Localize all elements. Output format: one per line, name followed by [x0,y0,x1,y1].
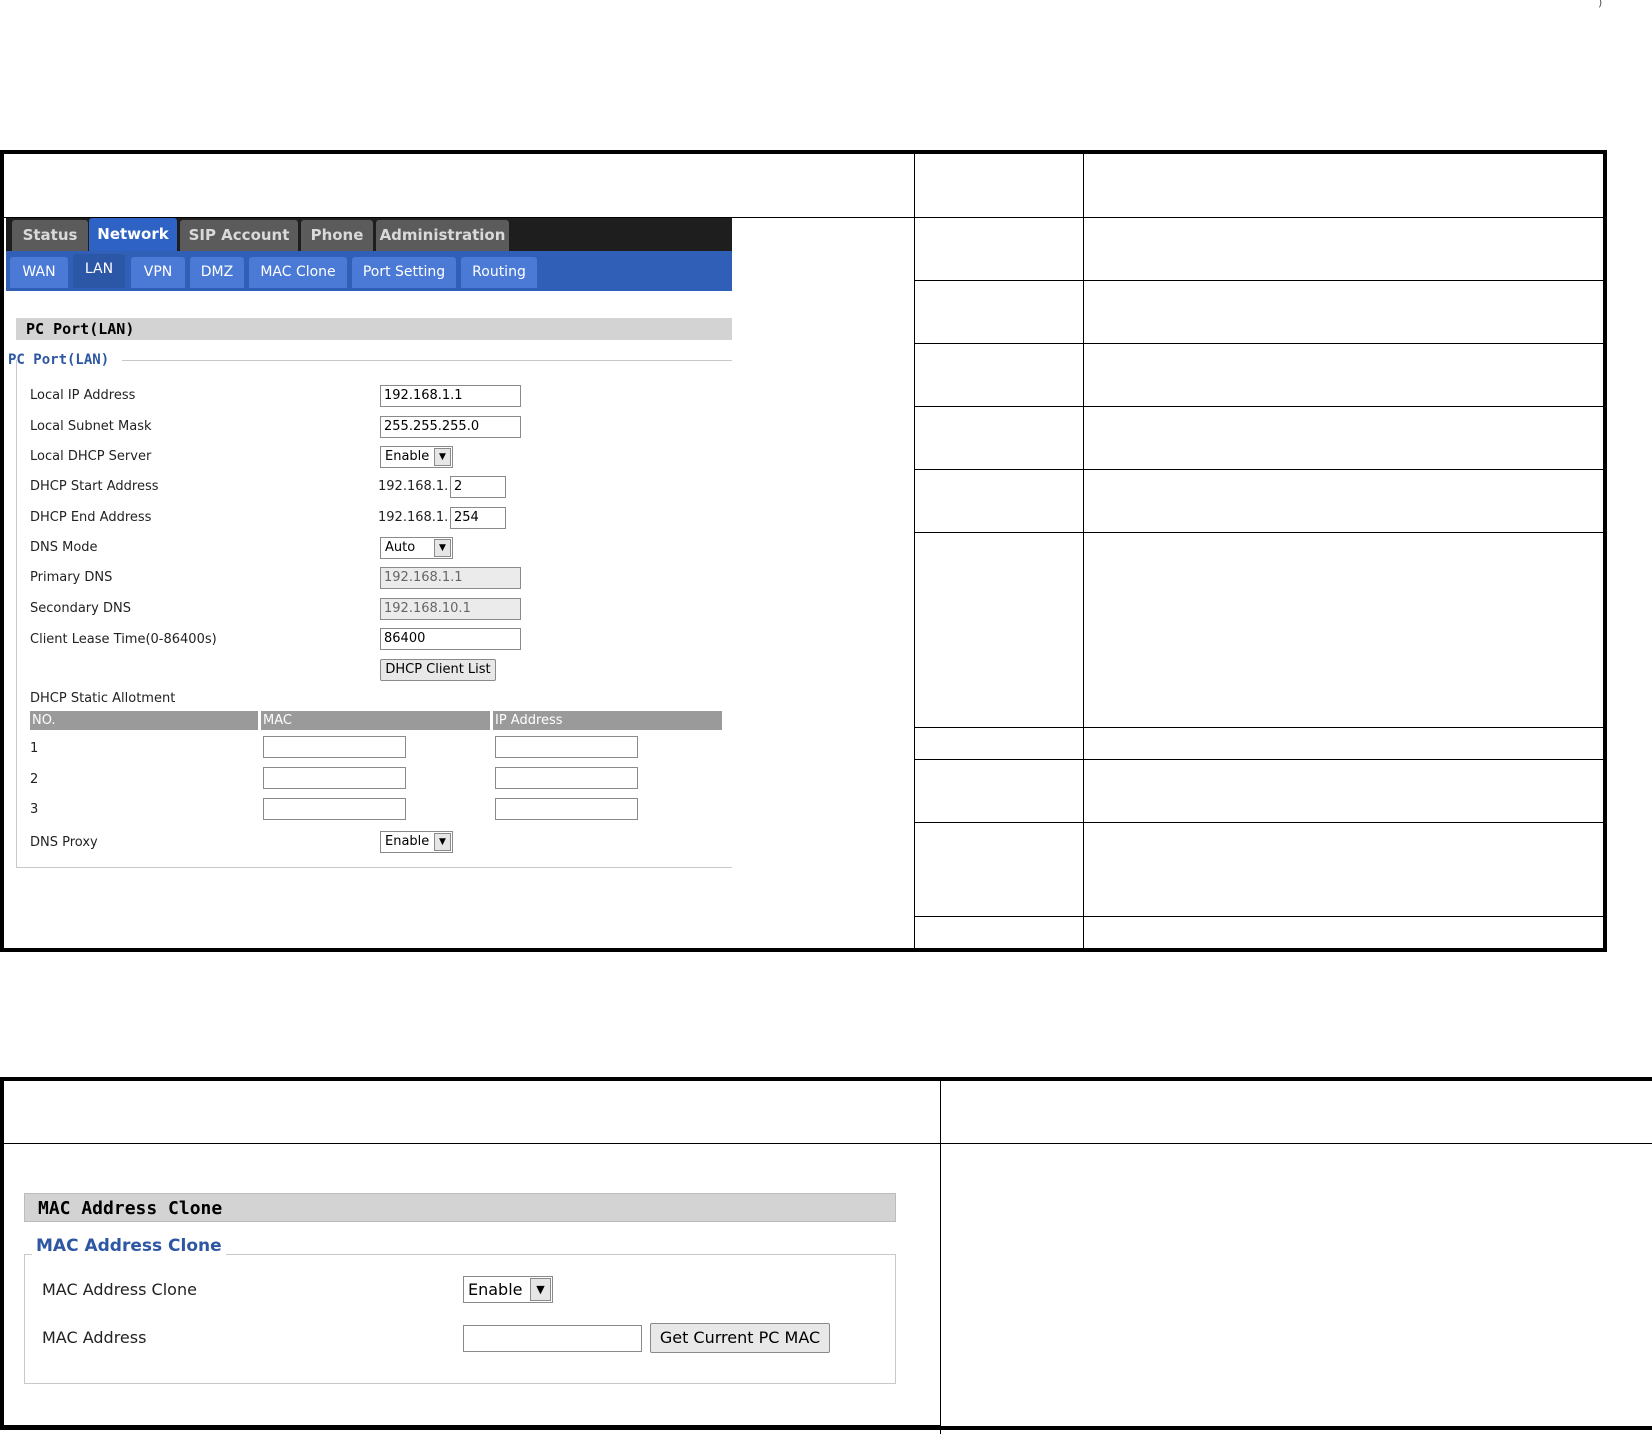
tab-status[interactable]: Status [12,220,88,251]
lease-time-input[interactable]: 86400 [380,628,521,650]
row-divider [914,469,1603,470]
dhcp-start-input[interactable]: 2 [450,476,506,498]
row-divider [914,343,1603,344]
dhcp-server-label: Local DHCP Server [30,449,152,464]
mac-clone-legend: MAC Address Clone [32,1236,226,1256]
dns-mode-value: Auto [385,540,416,555]
row-divider [914,406,1603,407]
chevron-down-icon[interactable]: ▼ [434,448,451,466]
section-header: PC Port(LAN) [16,318,732,340]
static-ip-input-2[interactable] [495,767,638,789]
subnet-mask-input[interactable]: 255.255.255.0 [380,416,521,438]
tab-network[interactable]: Network [89,218,177,251]
dhcp-end-prefix: 192.168.1. [378,510,449,525]
mac-address-input[interactable] [463,1325,642,1352]
subtab-routing[interactable]: Routing [461,257,537,288]
static-mac-input-3[interactable] [263,798,406,820]
static-mac-input-2[interactable] [263,767,406,789]
lease-time-label: Client Lease Time(0-86400s) [30,632,217,647]
column-header-ip: IP Address [493,711,722,730]
secondary-dns-label: Secondary DNS [30,601,131,616]
dhcp-end-input[interactable]: 254 [450,507,506,529]
mac-clone-label: MAC Address Clone [42,1280,197,1299]
page-marker: ) [1598,0,1603,9]
dhcp-start-label: DHCP Start Address [30,479,159,494]
subtab-lan[interactable]: LAN [73,254,125,288]
tab-administration[interactable]: Administration [376,220,509,251]
column-header-no: NO. [30,711,258,730]
mac-clone-section-header: MAC Address Clone [24,1193,896,1222]
dhcp-server-value: Enable [385,449,430,464]
dns-proxy-select[interactable]: Enable ▼ [380,831,453,853]
dns-mode-label: DNS Mode [30,540,98,555]
row-divider [914,822,1603,823]
bottom-border [4,1425,940,1428]
chevron-down-icon[interactable]: ▼ [530,1278,551,1301]
dhcp-start-prefix: 192.168.1. [378,479,449,494]
subtab-port-setting[interactable]: Port Setting [352,257,456,288]
row-divider [914,532,1603,533]
table-row-number: 2 [30,772,39,787]
tab-sip-account[interactable]: SIP Account [180,220,298,251]
static-allotment-label: DHCP Static Allotment [30,691,176,706]
column-divider [940,1081,941,1434]
sub-navigation: WAN LAN VPN DMZ MAC Clone Port Setting R… [6,251,732,291]
column-divider [1083,154,1084,948]
static-ip-input-3[interactable] [495,798,638,820]
chevron-down-icon[interactable]: ▼ [434,833,451,851]
subtab-mac-clone[interactable]: MAC Clone [249,257,347,288]
bottom-border [940,1426,1652,1427]
static-mac-input-1[interactable] [263,736,406,758]
fieldset-border [16,867,732,868]
fieldset-legend: PC Port(LAN) [8,352,110,368]
mac-address-label: MAC Address [42,1328,147,1347]
row-divider [914,727,1603,728]
tab-phone[interactable]: Phone [301,220,373,251]
mac-clone-select[interactable]: Enable ▼ [463,1276,553,1303]
mac-clone-value: Enable [468,1280,523,1299]
fieldset-border [16,360,17,868]
dhcp-client-list-button[interactable]: DHCP Client List [380,659,496,681]
primary-dns-label: Primary DNS [30,570,113,585]
header-divider [4,1143,1652,1144]
row-divider [914,280,1603,281]
table-row-number: 1 [30,741,39,756]
row-divider [914,759,1603,760]
dns-mode-select[interactable]: Auto ▼ [380,537,453,559]
local-ip-label: Local IP Address [30,388,136,403]
column-divider [914,154,915,948]
table-row-number: 3 [30,802,39,817]
dns-proxy-label: DNS Proxy [30,835,98,850]
top-navigation: Status Network SIP Account Phone Adminis… [6,218,732,251]
get-current-pc-mac-button[interactable]: Get Current PC MAC [650,1323,830,1353]
chevron-down-icon[interactable]: ▼ [434,539,451,557]
local-ip-input[interactable]: 192.168.1.1 [380,385,521,407]
secondary-dns-input: 192.168.10.1 [380,598,521,620]
fieldset-border [122,360,732,361]
dns-proxy-value: Enable [385,834,430,849]
subtab-vpn[interactable]: VPN [131,257,185,288]
column-header-mac: MAC [261,711,490,730]
subnet-mask-label: Local Subnet Mask [30,419,152,434]
dhcp-end-label: DHCP End Address [30,510,152,525]
dhcp-server-select[interactable]: Enable ▼ [380,446,453,468]
subtab-wan[interactable]: WAN [10,257,68,288]
subtab-dmz[interactable]: DMZ [190,257,244,288]
mac-clone-fieldset [24,1254,896,1384]
static-ip-input-1[interactable] [495,736,638,758]
row-divider [914,916,1603,917]
primary-dns-input: 192.168.1.1 [380,567,521,589]
